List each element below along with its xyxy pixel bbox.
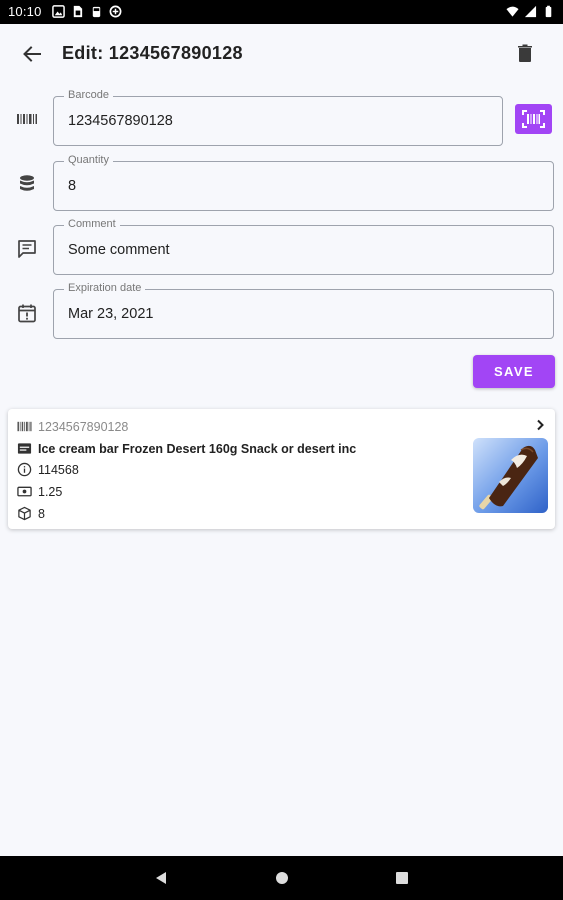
database-icon xyxy=(20,175,34,191)
status-time: 10:10 xyxy=(8,4,42,19)
wifi-icon xyxy=(506,6,519,17)
calendar-alert-icon xyxy=(18,304,36,323)
chevron-right-icon[interactable] xyxy=(532,417,548,433)
comment-field[interactable]: Comment Some comment xyxy=(53,218,554,275)
card-name-icon xyxy=(17,443,32,454)
comment-icon xyxy=(18,240,36,258)
expiration-date-field[interactable]: Expiration date Mar 23, 2021 xyxy=(53,282,554,339)
android-icon xyxy=(92,6,101,18)
barcode-value: 1234567890128 xyxy=(68,113,173,129)
expiration-label: Expiration date xyxy=(64,282,146,294)
status-system-icons xyxy=(506,5,555,18)
expiration-value: Mar 23, 2021 xyxy=(68,306,154,322)
card-price-line: 1.25 xyxy=(17,484,62,499)
save-button[interactable]: SAVE xyxy=(473,355,555,388)
card-code-line: 114568 xyxy=(17,462,79,477)
quantity-value: 8 xyxy=(68,178,77,194)
status-bar: 10:10 xyxy=(0,0,563,24)
card-name-line: Ice cream bar Frozen Desert 160g Snack o… xyxy=(17,441,356,456)
back-arrow-icon[interactable] xyxy=(20,42,44,66)
nav-recents-icon[interactable] xyxy=(394,870,410,886)
card-product-name: Ice cream bar Frozen Desert 160g Snack o… xyxy=(38,441,357,456)
quantity-field[interactable]: Quantity 8 xyxy=(53,154,554,211)
money-icon xyxy=(17,486,32,497)
navigation-bar xyxy=(0,856,563,900)
delete-icon[interactable] xyxy=(513,41,537,65)
sim-card-icon xyxy=(73,5,83,18)
barcode-field[interactable]: Barcode 1234567890128 xyxy=(53,89,503,146)
data-saver-icon xyxy=(109,5,122,18)
status-notification-icons xyxy=(52,5,122,18)
card-quantity-line: 8 xyxy=(17,506,45,521)
comment-label: Comment xyxy=(64,218,120,230)
card-barcode-line: 1234567890128 xyxy=(17,419,128,434)
battery-icon xyxy=(545,5,552,18)
card-quantity: 8 xyxy=(38,506,45,521)
barcode-scan-icon xyxy=(522,110,545,128)
info-icon xyxy=(17,462,32,477)
card-code: 114568 xyxy=(38,462,79,477)
product-image xyxy=(473,438,548,513)
card-price: 1.25 xyxy=(38,484,63,499)
card-barcode: 1234567890128 xyxy=(38,419,129,434)
box-icon xyxy=(18,506,31,521)
gallery-icon xyxy=(52,5,65,18)
scan-barcode-button[interactable] xyxy=(515,104,552,134)
product-card[interactable]: 1234567890128 Ice cream bar Frozen Deser… xyxy=(8,409,555,529)
signal-icon xyxy=(524,5,537,18)
comment-value: Some comment xyxy=(68,242,170,258)
barcode-label: Barcode xyxy=(64,89,113,101)
app-bar: Edit: 1234567890128 xyxy=(0,24,563,82)
nav-back-icon[interactable] xyxy=(154,870,170,886)
quantity-label: Quantity xyxy=(64,154,113,166)
page-title: Edit: 1234567890128 xyxy=(62,43,243,63)
nav-home-icon[interactable] xyxy=(274,870,290,886)
barcode-icon xyxy=(17,114,37,124)
barcode-icon xyxy=(17,421,32,432)
